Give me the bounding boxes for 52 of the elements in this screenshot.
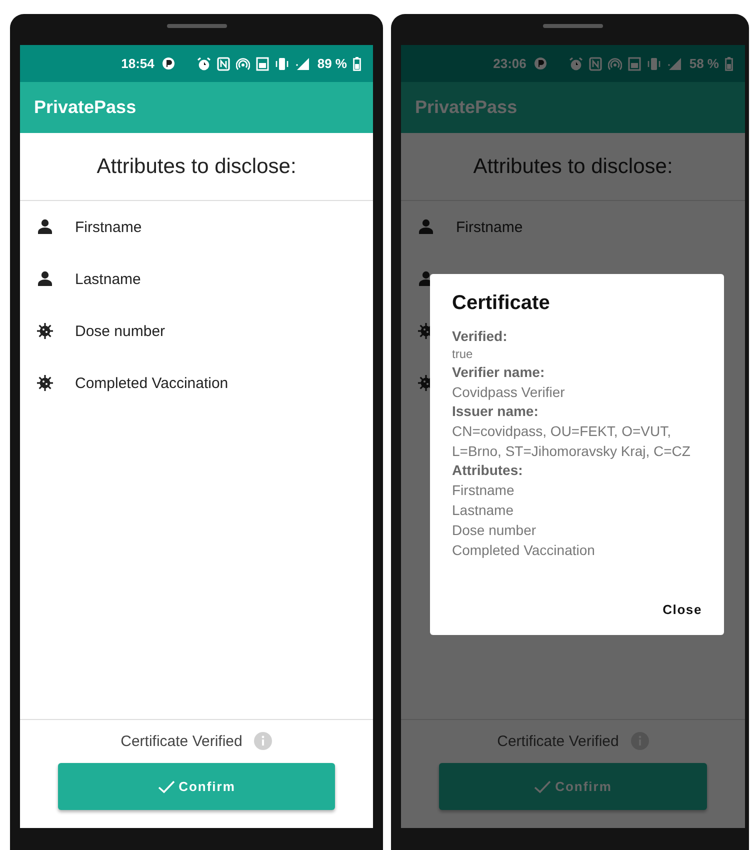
- field-label: Verifier name:: [452, 363, 546, 382]
- check-icon: [534, 780, 552, 794]
- app-title: PrivatePass: [415, 97, 518, 118]
- verification-status: Certificate Verified: [120, 732, 242, 750]
- field-value: Covidpass Verifier: [452, 383, 566, 402]
- field-value: CN=covidpass, OU=FEKT, O=VUT, L=Brno, ST=Jihomoravsky Kraj, C=CZ: [452, 422, 692, 461]
- info-icon: [254, 732, 272, 750]
- field-value: Dose number: [452, 521, 538, 540]
- battery-percentage: 89 %: [317, 56, 347, 71]
- battery-percentage: 58 %: [689, 56, 719, 71]
- field-label: Attributes:: [452, 461, 524, 480]
- alarm-icon: [569, 56, 584, 70]
- field-label: Issuer name:: [452, 402, 540, 421]
- signal-icon: [667, 56, 684, 70]
- attribute-label: Completed Vaccination: [75, 374, 228, 392]
- attribute-label: Firstname: [456, 218, 523, 236]
- page-heading: Attributes to disclose:: [20, 133, 373, 201]
- battery-icon: [725, 56, 733, 70]
- close-button[interactable]: Close: [662, 598, 702, 621]
- field-value: Lastname: [452, 501, 514, 520]
- person-icon: [36, 270, 54, 288]
- hotspot-icon: [236, 56, 250, 70]
- alarm-icon: [197, 56, 212, 70]
- virus-icon: [36, 322, 54, 340]
- attribute-label: Firstname: [75, 218, 142, 236]
- app-title: PrivatePass: [34, 97, 136, 118]
- field-label: Verified:: [452, 327, 508, 346]
- speaker-slot: [166, 24, 226, 28]
- confirm-button[interactable]: Confirm: [439, 763, 707, 810]
- field-value: Firstname: [452, 481, 516, 500]
- dialog-title: Certificate: [452, 292, 551, 315]
- verification-status: Certificate Verified: [497, 732, 619, 750]
- virus-icon: [36, 374, 54, 392]
- vibrate-icon: [647, 56, 662, 70]
- speaker-slot: [543, 24, 603, 28]
- status-time: 23:06: [493, 56, 526, 71]
- hotspot-icon: [608, 56, 622, 70]
- confirm-button[interactable]: Confirm: [58, 763, 335, 810]
- person-icon: [417, 218, 435, 236]
- status-time: 18:54: [121, 56, 154, 71]
- field-value: Completed Vaccination: [452, 541, 596, 560]
- person-icon: [36, 218, 54, 236]
- attribute-label: Dose number: [75, 322, 166, 340]
- battery-icon: [353, 56, 361, 70]
- field-value: true: [452, 346, 474, 363]
- attribute-label: Lastname: [75, 270, 141, 288]
- nfc-icon: [589, 56, 602, 70]
- nfc-icon: [217, 56, 230, 70]
- page-heading: Attributes to disclose:: [401, 133, 745, 201]
- vibrate-icon: [275, 56, 290, 70]
- signal-icon: [295, 56, 312, 70]
- check-icon: [158, 780, 175, 794]
